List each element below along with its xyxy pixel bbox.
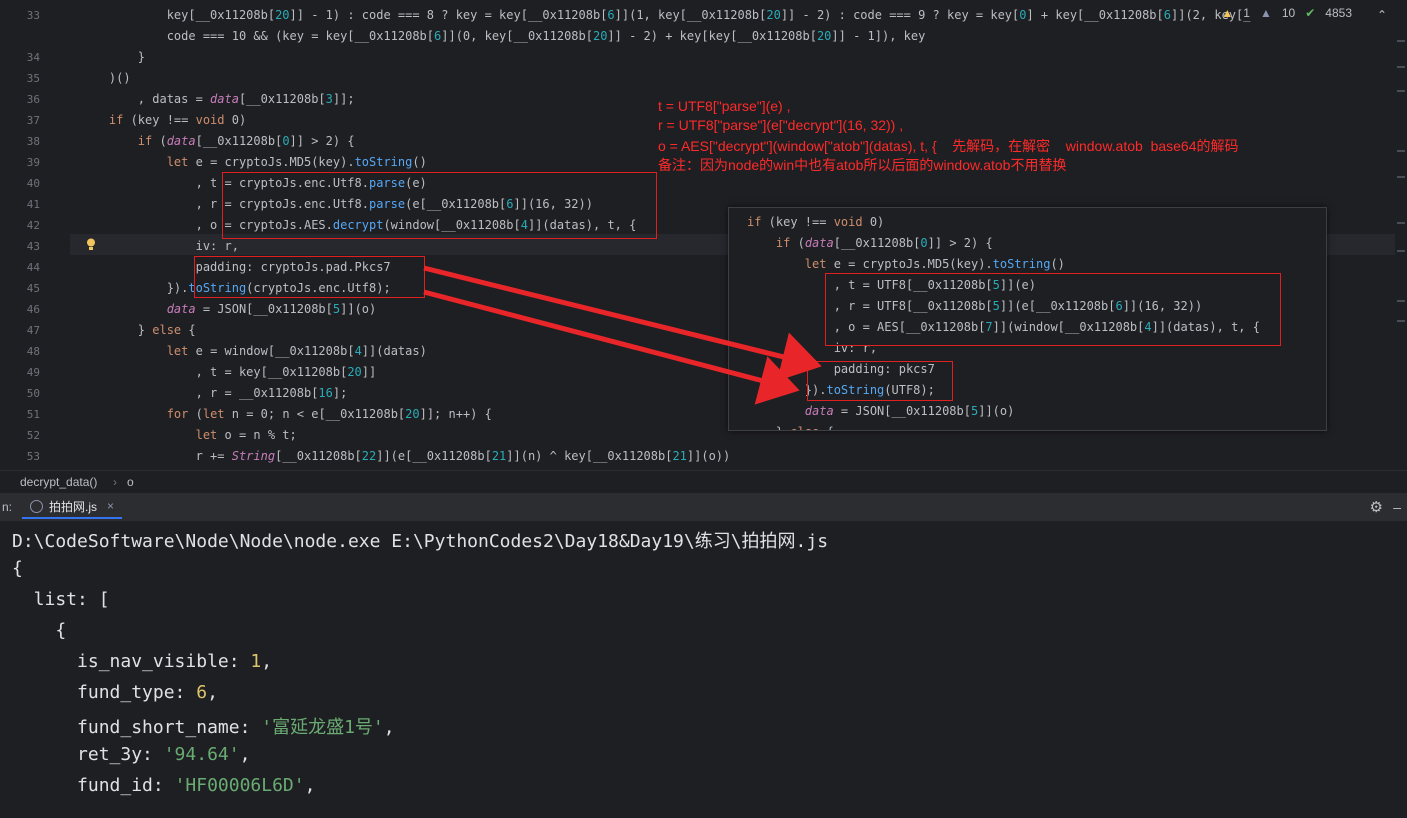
breadcrumb-separator: › [113, 475, 117, 489]
breadcrumb-variable[interactable]: o [127, 475, 134, 489]
console-field: fund_type: 6, [12, 682, 218, 703]
console-field: is_nav_visible: 1, [12, 651, 273, 672]
console-output[interactable]: D:\CodeSoftware\Node\Node\node.exe E:\Py… [0, 521, 1407, 818]
console-field: ret_3y: '94.64', [12, 744, 251, 765]
field-key: fund_type: [12, 682, 197, 703]
js-file-icon [30, 499, 43, 513]
run-tab-label: 拍拍网.js [49, 499, 98, 514]
breadcrumb[interactable]: decrypt_data() › o [0, 470, 1407, 493]
gear-icon[interactable]: ⚙ [1370, 498, 1383, 516]
arrows-overlay [423, 265, 822, 405]
console-brace: { [12, 558, 23, 579]
minimize-icon[interactable]: – [1393, 499, 1401, 515]
field-value: '94.64' [163, 744, 240, 765]
arrow-padding [423, 265, 822, 382]
run-label: n: [2, 500, 13, 514]
run-tool-window-header: n: 拍拍网.js × ⚙ – [0, 493, 1407, 521]
field-key: ret_3y: [12, 744, 164, 765]
console-field: fund_short_name: '富延龙盛1号', [12, 717, 395, 738]
field-value: 6 [196, 682, 208, 703]
console-list-key: list: [ [12, 589, 110, 610]
run-tab[interactable]: 拍拍网.js × [22, 495, 122, 519]
console-command: D:\CodeSoftware\Node\Node\node.exe E:\Py… [12, 531, 829, 552]
console-item-open: { [12, 620, 67, 641]
breadcrumb-function[interactable]: decrypt_data() [20, 475, 97, 489]
arrow-tostring [423, 289, 800, 405]
console-field: fund_id: 'HF00006L6D', [12, 775, 316, 796]
close-icon[interactable]: × [107, 499, 114, 513]
field-value: '富延龙盛1号' [261, 717, 384, 738]
field-key: fund_id: [12, 775, 175, 796]
field-value: 1 [250, 651, 262, 672]
field-value: 'HF00006L6D' [174, 775, 305, 796]
field-key: fund_short_name: [12, 717, 262, 738]
field-key: is_nav_visible: [12, 651, 251, 672]
